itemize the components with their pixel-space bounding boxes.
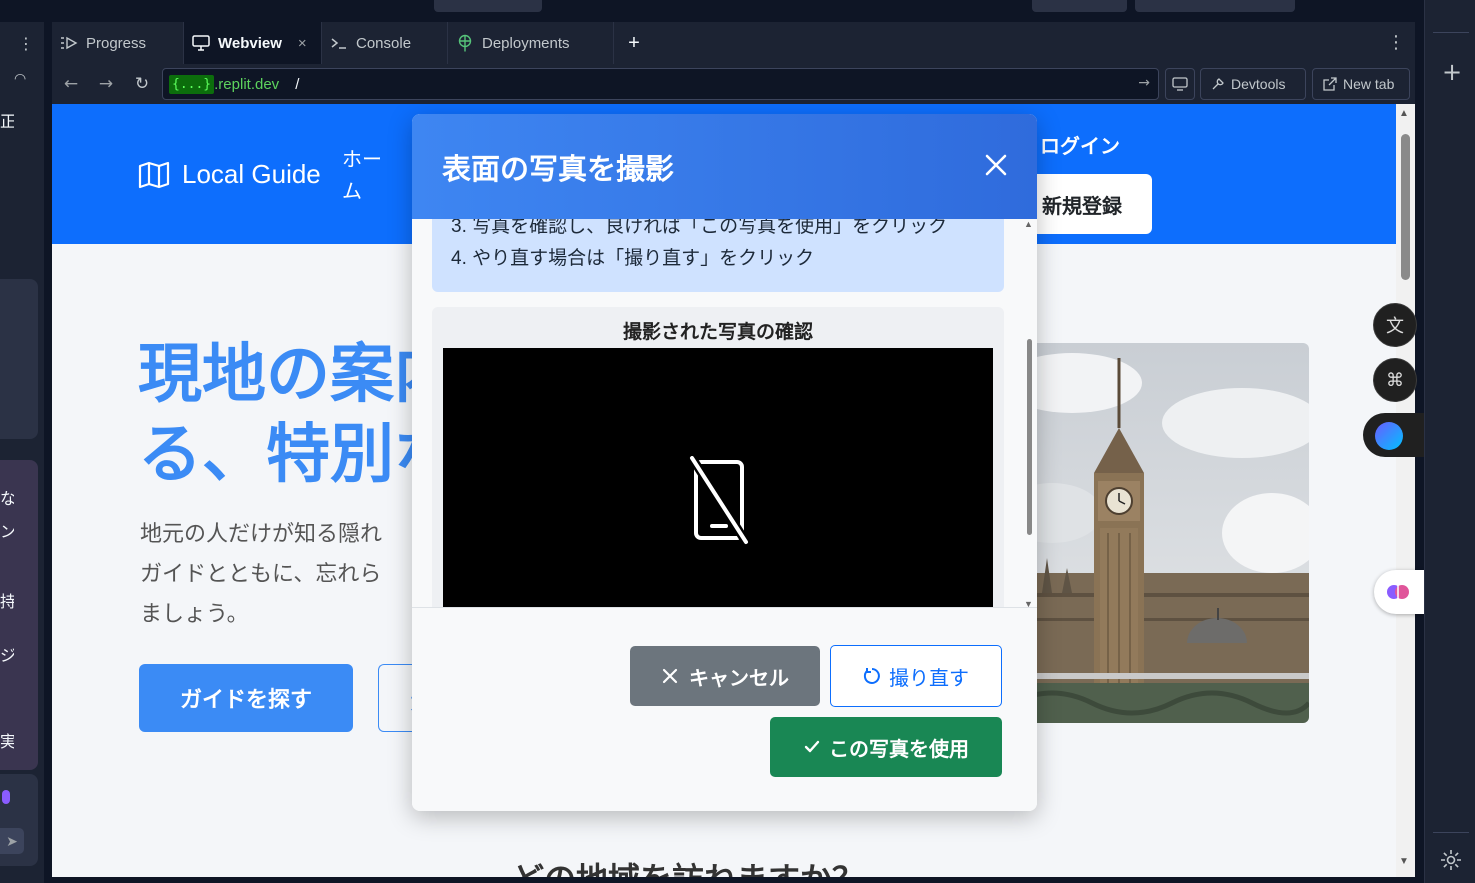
url-host: .replit.dev (214, 75, 280, 93)
tab-more-icon[interactable]: ⋮ (1387, 32, 1405, 53)
url-input[interactable]: {...} .replit.dev / → (162, 68, 1159, 100)
url-bar: ← → ↻ {...} .replit.dev / → Devtools New… (52, 64, 1415, 104)
use-photo-label: この写真を使用 (829, 738, 969, 761)
new-tab-button[interactable]: New tab (1312, 68, 1410, 100)
cancel-label: キャンセル (689, 667, 789, 690)
left-panel-chat: な ン 持 ジ 実 (0, 460, 38, 770)
no-device-icon (688, 456, 750, 545)
devtools-button[interactable]: Devtools (1200, 68, 1306, 100)
retake-label: 撮り直す (889, 667, 969, 690)
modal-scrollbar[interactable]: ▲ ▼ (1024, 219, 1034, 607)
top-pill[interactable] (1135, 0, 1295, 12)
use-photo-button[interactable]: この写真を使用 (770, 717, 1002, 777)
apps-icon[interactable]: ⌘ (1373, 358, 1417, 402)
send-icon[interactable]: ➤ (0, 828, 24, 854)
gauge-icon[interactable]: ◠ (14, 70, 26, 87)
translate-icon[interactable]: 文 (1373, 303, 1417, 347)
device-toggle-button[interactable] (1165, 68, 1195, 100)
scroll-down-icon[interactable]: ▼ (1024, 599, 1033, 607)
go-arrow-icon[interactable]: → (1138, 75, 1150, 91)
tab-webview[interactable]: Webview × (184, 22, 322, 64)
close-tab-icon[interactable]: × (298, 35, 307, 52)
monitor-icon (192, 35, 210, 51)
gear-icon[interactable] (1439, 848, 1463, 872)
top-pill[interactable] (1032, 0, 1127, 12)
url-host-badge: {...} (169, 74, 215, 94)
tab-progress[interactable]: Progress (52, 22, 184, 64)
tab-bar: Progress Webview × Console Deployments +… (52, 22, 1415, 64)
top-strip (0, 0, 1475, 22)
modal-title: 表面の写真を撮影 (442, 153, 675, 186)
more-icon[interactable]: ⋮ (18, 34, 34, 54)
tab-label: Progress (86, 34, 147, 52)
close-icon[interactable] (981, 150, 1011, 180)
scroll-thumb[interactable] (1401, 134, 1410, 280)
new-tab-label: New tab (1343, 76, 1395, 92)
back-icon[interactable]: ← (59, 72, 83, 96)
devtools-label: Devtools (1231, 76, 1286, 92)
chat-input[interactable]: ➤ (0, 774, 38, 866)
instruction-step: 4. やり直す場合は「撮り直す」をクリック (451, 248, 815, 269)
brain-extension-button[interactable] (1374, 570, 1424, 614)
deployments-icon (458, 34, 472, 52)
forward-icon[interactable]: → (94, 72, 118, 96)
wrench-icon (1212, 78, 1224, 90)
tab-label: Webview (218, 34, 282, 52)
truncated-text: ン (0, 522, 14, 541)
top-pill[interactable] (434, 0, 542, 12)
close-icon (662, 668, 678, 684)
photo-confirm-card: 撮影された写真の確認 (432, 307, 1004, 607)
left-sidebar-edge: ⋮ ◠ 正 な ン 持 ジ 実 ➤ (0, 22, 44, 883)
truncated-text: 正 (0, 112, 14, 131)
truncated-text: 実 (0, 732, 14, 751)
modal-body[interactable]: 3. 写真を確認し、良ければ「この写真を使用」をクリック 4. やり直す場合は「… (412, 219, 1037, 607)
add-icon[interactable]: + (1442, 58, 1462, 86)
instruction-step: 3. 写真を確認し、良ければ「この写真を使用」をクリック (451, 219, 948, 237)
progress-icon (61, 36, 78, 50)
scroll-up-icon[interactable]: ▲ (1399, 108, 1409, 119)
tab-deployments[interactable]: Deployments (448, 22, 614, 64)
scroll-down-icon[interactable]: ▼ (1399, 856, 1409, 867)
add-tab-button[interactable]: + (614, 22, 654, 64)
brain-icon (1387, 585, 1409, 599)
url-path: / (295, 75, 300, 93)
scroll-thumb[interactable] (1027, 339, 1032, 535)
divider (1433, 832, 1469, 833)
cancel-button[interactable]: キャンセル (630, 646, 820, 706)
truncated-text: な (0, 489, 14, 508)
rotate-icon (863, 668, 880, 684)
tab-console[interactable]: Console (322, 22, 448, 64)
main-pane: Progress Webview × Console Deployments +… (52, 22, 1415, 883)
agent-dot-icon (2, 790, 10, 804)
monitor-icon (1172, 77, 1188, 91)
photo-modal: 表面の写真を撮影 3. 写真を確認し、良ければ「この写真を使用」をクリック 4.… (412, 114, 1037, 811)
truncated-text: 持 (0, 592, 14, 611)
check-icon (804, 740, 820, 753)
instructions-alert: 3. 写真を確認し、良ければ「この写真を使用」をクリック 4. やり直す場合は「… (432, 219, 1004, 292)
webview-scrollbar[interactable]: ▲ ▼ (1396, 104, 1415, 877)
assistant-bot-button[interactable] (1363, 413, 1425, 457)
webview: Local Guide ホーム ログイン 新規登録 現地の案内 る、特別な 地元… (52, 104, 1396, 877)
photo-preview (443, 348, 993, 607)
modal-header: 表面の写真を撮影 (412, 114, 1037, 219)
reload-icon[interactable]: ↻ (130, 72, 154, 96)
right-sidebar-edge: + (1424, 0, 1475, 883)
tab-label: Deployments (482, 34, 570, 52)
scroll-up-icon[interactable]: ▲ (1024, 219, 1033, 229)
terminal-icon (331, 38, 346, 49)
modal-footer: キャンセル 撮り直す この写真を使用 (412, 607, 1037, 811)
bot-face-icon (1375, 422, 1403, 450)
truncated-text: ジ (0, 646, 14, 665)
confirm-title: 撮影された写真の確認 (622, 322, 813, 343)
left-panel-card (0, 279, 38, 439)
tab-label: Console (356, 34, 412, 52)
divider (1433, 32, 1469, 33)
external-link-icon (1323, 77, 1337, 91)
retake-button[interactable]: 撮り直す (830, 645, 1002, 707)
